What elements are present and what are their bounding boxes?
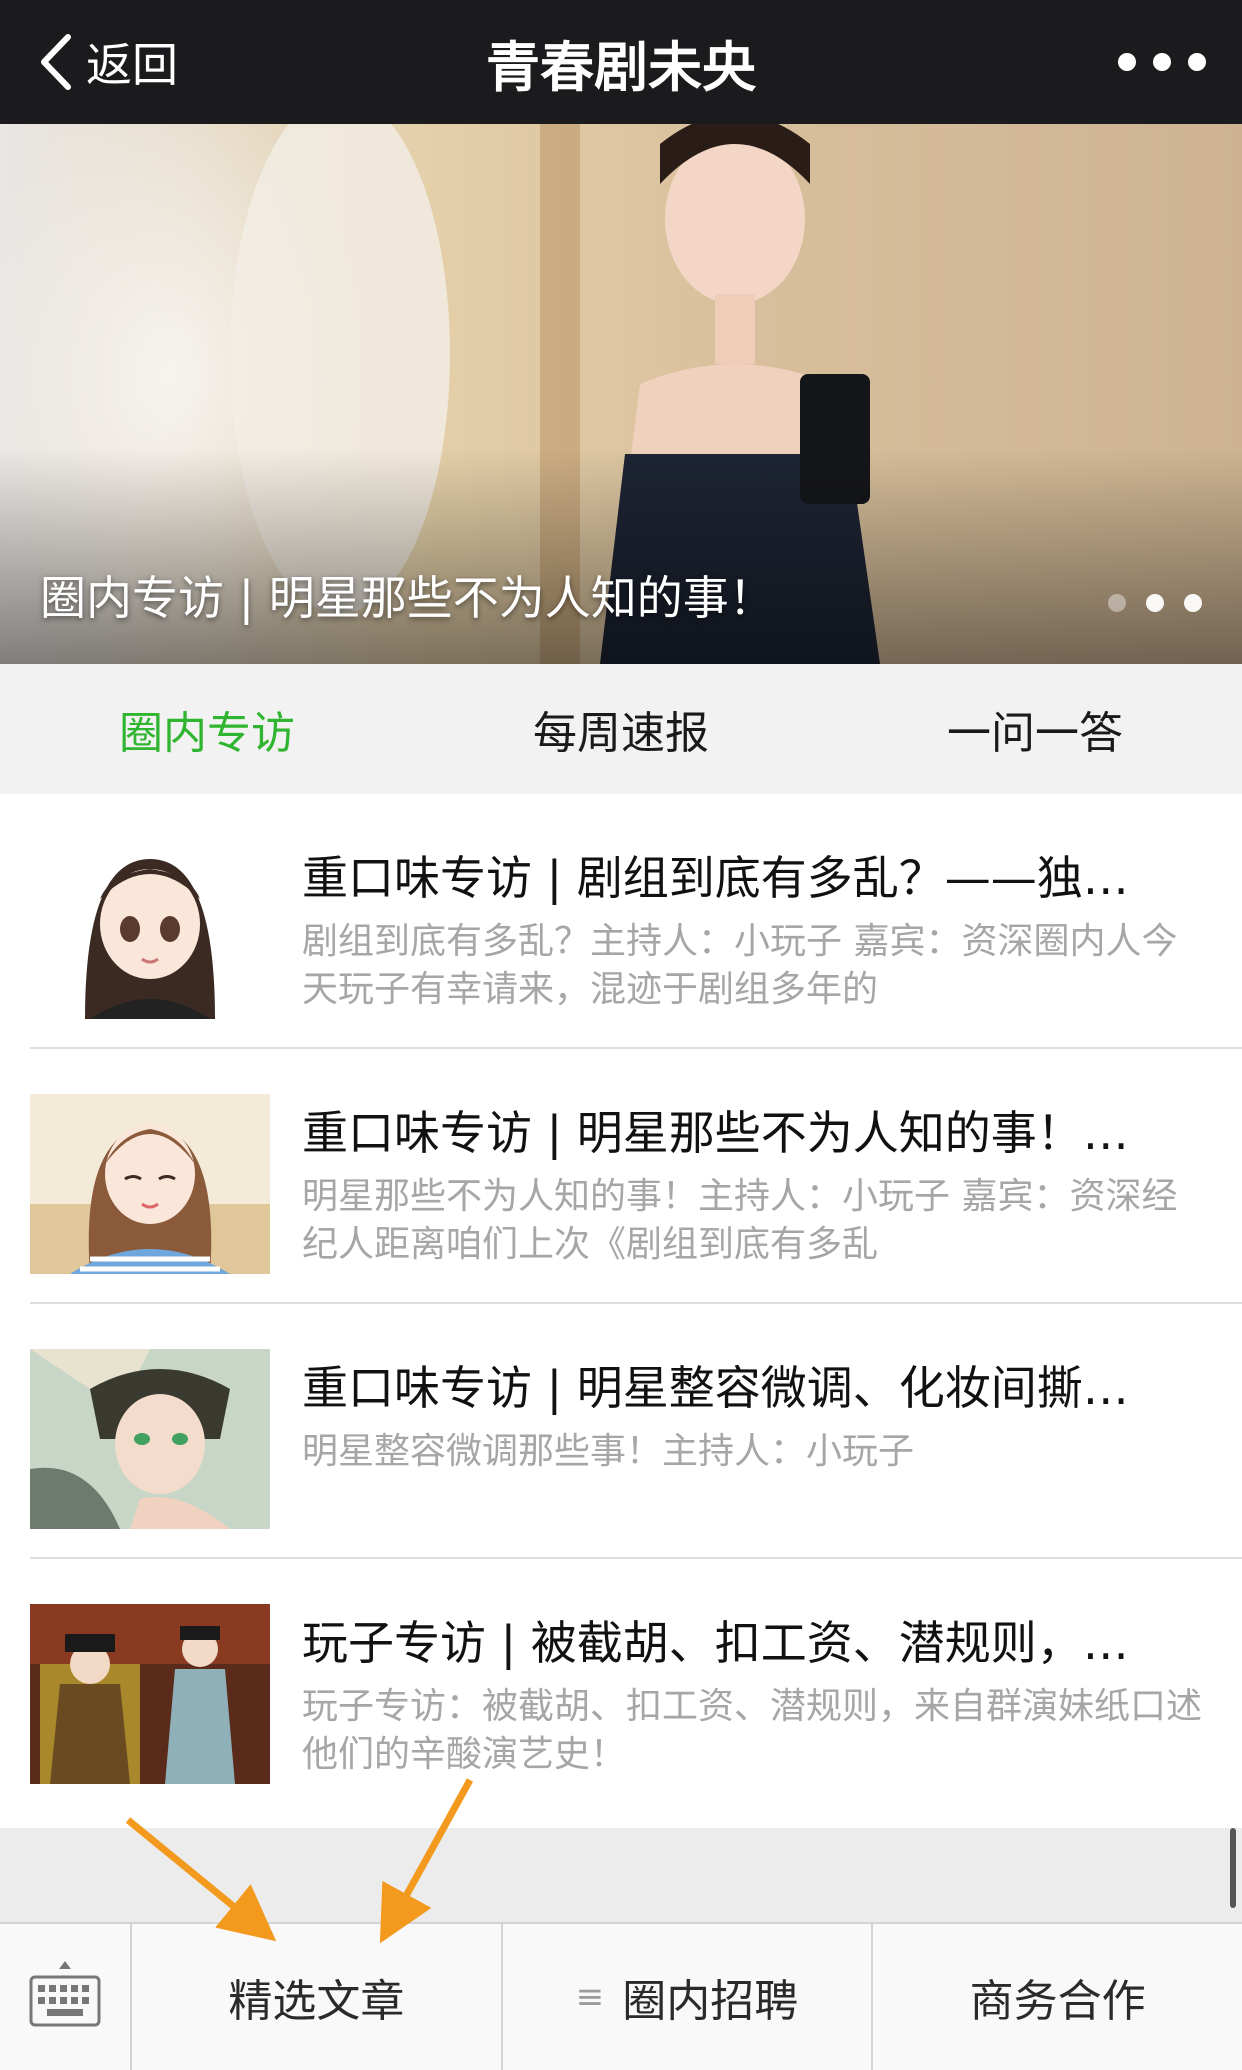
article-summary: 明星那些不为人知的事！主持人：小玩子 嘉宾：资深经纪人距离咱们上次《剧组到底有多… (302, 1176, 1178, 1265)
list-item[interactable]: 玩子专访 | 被截胡、扣工资、潜规则，… 玩子专访：被截胡、扣工资、潜规则，来自… (30, 1559, 1242, 1814)
back-button[interactable]: 返回 (36, 0, 178, 124)
article-title: 重口味专访 | 明星整容微调、化妆间撕… (302, 1361, 1129, 1415)
keyboard-icon (29, 1961, 101, 2027)
scrollbar[interactable] (1230, 1828, 1236, 1908)
chevron-left-icon (41, 34, 71, 90)
bottom-menu: 精选文章 ≡ 圈内招聘 商务合作 (0, 1922, 1242, 2070)
menu-featured-articles[interactable]: 精选文章 (132, 1924, 503, 2070)
carousel-indicator (1108, 594, 1202, 612)
list-item[interactable]: 重口味专访 | 明星那些不为人知的事！… 明星那些不为人知的事！主持人：小玩子 … (30, 1049, 1242, 1304)
article-title: 玩子专访 | 被截胡、扣工资、潜规则，… (302, 1616, 1129, 1670)
tab-weekly-news[interactable]: 每周速报 (414, 664, 828, 794)
menu-industry-jobs-label: 圈内招聘 (622, 1976, 799, 2027)
more-dots-icon (1118, 53, 1136, 71)
article-thumbnail (30, 1349, 270, 1529)
menu-industry-jobs[interactable]: ≡ 圈内招聘 (503, 1924, 874, 2070)
more-button[interactable] (1118, 38, 1206, 86)
article-list: 重口味专访 | 剧组到底有多乱？——独… 剧组到底有多乱？主持人：小玩子 嘉宾：… (0, 794, 1242, 1828)
menu-lines-icon: ≡ (575, 1977, 605, 2017)
keyboard-toggle-button[interactable] (0, 1924, 132, 2070)
article-title: 重口味专访 | 明星那些不为人知的事！… (302, 1106, 1129, 1160)
list-item[interactable]: 重口味专访 | 明星整容微调、化妆间撕… 明星整容微调那些事！主持人：小玩子 (30, 1304, 1242, 1559)
nav-bar: 返回 青春剧未央 (0, 0, 1242, 124)
category-tabs: 圈内专访 每周速报 一问一答 (0, 664, 1242, 794)
more-dot (1153, 53, 1171, 71)
banner-caption: 圈内专访 | 明星那些不为人知的事！ (40, 571, 775, 625)
article-summary: 明星整容微调那些事！主持人：小玩子 (302, 1431, 915, 1472)
carousel-dot (1108, 594, 1126, 612)
article-thumbnail (30, 839, 270, 1019)
list-item[interactable]: 重口味专访 | 剧组到底有多乱？——独… 剧组到底有多乱？主持人：小玩子 嘉宾：… (30, 794, 1242, 1049)
article-thumbnail (30, 1094, 270, 1274)
article-thumbnail (30, 1604, 270, 1784)
carousel-dot (1184, 594, 1202, 612)
banner-carousel[interactable]: 圈内专访 | 明星那些不为人知的事！ (0, 124, 1242, 664)
article-summary: 玩子专访：被截胡、扣工资、潜规则，来自群演妹纸口述他们的辛酸演艺史！ (302, 1686, 1202, 1775)
back-label: 返回 (86, 38, 178, 92)
page-title: 青春剧未央 (486, 35, 756, 99)
menu-business-cooperation[interactable]: 商务合作 (873, 1924, 1242, 2070)
menu-featured-articles-label: 精选文章 (228, 1976, 405, 2027)
list-footer-gap (0, 1828, 1242, 1922)
more-dot (1188, 53, 1206, 71)
article-summary: 剧组到底有多乱？主持人：小玩子 嘉宾：资深圈内人今天玩子有幸请来，混迹于剧组多年… (302, 921, 1178, 1010)
tab-qa[interactable]: 一问一答 (828, 664, 1242, 794)
article-title: 重口味专访 | 剧组到底有多乱？——独… (302, 851, 1129, 905)
menu-business-cooperation-label: 商务合作 (969, 1976, 1146, 2027)
tab-interviews[interactable]: 圈内专访 (0, 664, 414, 794)
carousel-dot (1146, 594, 1164, 612)
